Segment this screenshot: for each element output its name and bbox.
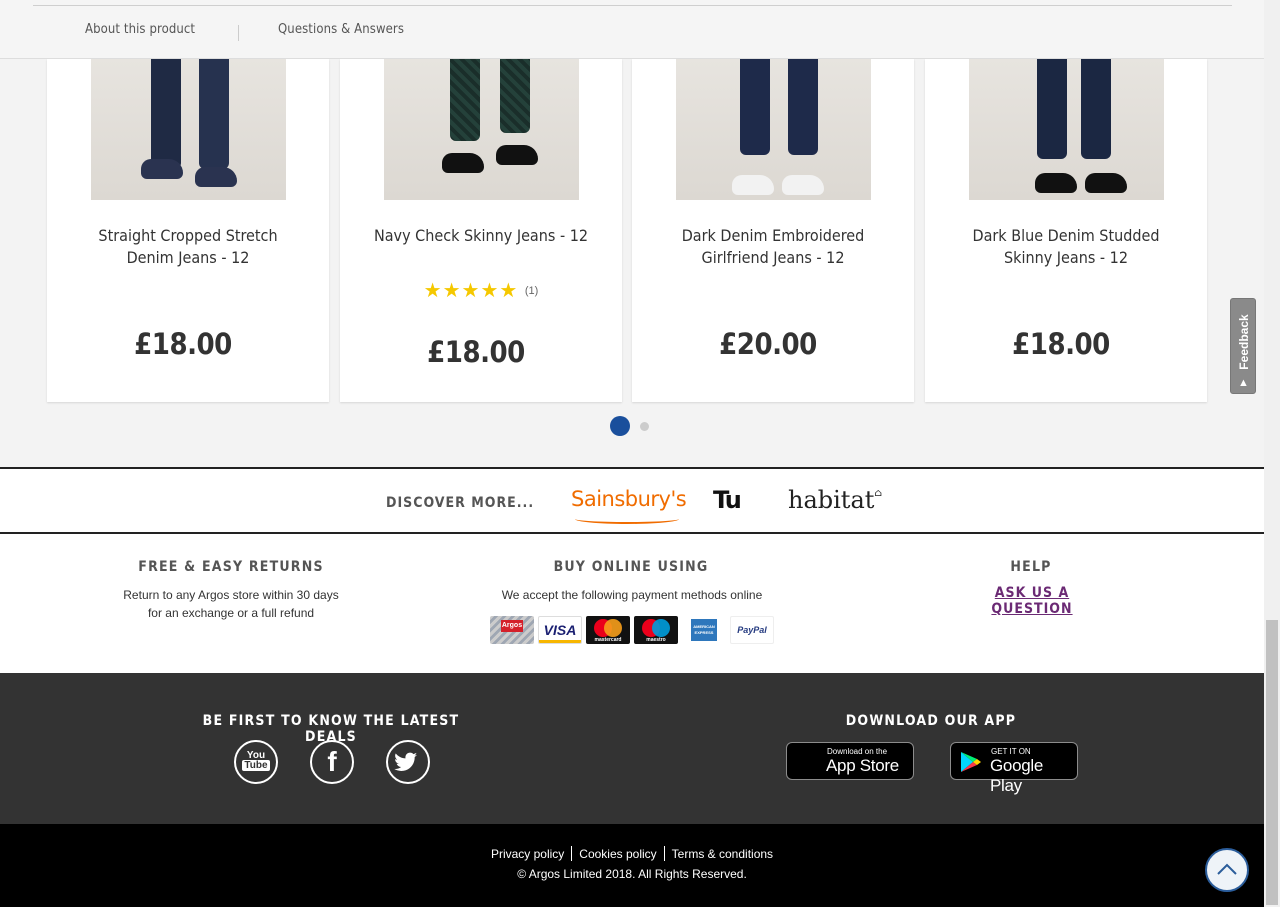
product-image <box>969 59 1164 200</box>
privacy-policy-link[interactable]: Privacy policy <box>491 847 564 861</box>
facebook-icon[interactable]: f <box>310 740 354 784</box>
social-app-band: BE FIRST TO KNOW THE LATEST DEALS You Tub… <box>0 673 1264 824</box>
paypal-icon: PayPal <box>730 616 774 644</box>
product-image <box>676 59 871 200</box>
product-price: £18.00 <box>1012 327 1110 361</box>
scrollbar-thumb[interactable] <box>1266 620 1278 905</box>
ask-us-a-question-link[interactable]: ASK US A QUESTION <box>962 585 1102 617</box>
youtube-icon[interactable]: You Tube <box>234 740 278 784</box>
google-play-button[interactable]: GET IT ON Google Play <box>950 742 1078 795</box>
triangle-icon: ▲ <box>1238 377 1249 389</box>
page-scrollbar[interactable] <box>1264 0 1280 907</box>
maestro-icon: maestro <box>634 616 678 644</box>
legal-links: Privacy policy Cookies policy Terms & cond… <box>0 846 1264 861</box>
feedback-label: Feedback <box>1237 314 1251 370</box>
product-image <box>91 59 286 200</box>
product-card[interactable]: Straight Cropped Stretch Denim Jeans - 1… <box>47 59 329 402</box>
back-to-top-button[interactable] <box>1205 848 1249 892</box>
copyright-text: © Argos Limited 2018. All Rights Reserve… <box>517 867 747 881</box>
carousel-dot[interactable] <box>640 422 649 431</box>
star-icon: ★★★★★ <box>423 280 519 302</box>
payment-text: We accept the following payment methods … <box>501 588 763 602</box>
divider <box>33 5 1232 6</box>
argos-card-icon: Argos <box>490 616 534 644</box>
product-price: £18.00 <box>427 335 525 369</box>
app-store-button[interactable]: Download on the App Store <box>786 742 914 780</box>
mastercard-icon: mastercard <box>586 616 630 644</box>
divider <box>238 25 239 41</box>
google-play-icon <box>961 752 981 772</box>
sainsburys-logo[interactable]: Sainsbury's <box>571 487 687 524</box>
carousel-dot-active[interactable] <box>610 416 630 436</box>
discover-more-band: DISCOVER MORE... Sainsbury's Tu habitat⌂ <box>0 467 1264 534</box>
cookies-policy-link[interactable]: Cookies policy <box>579 847 656 861</box>
returns-text: Return to any Argos store within 30 days… <box>123 588 339 620</box>
twitter-icon[interactable] <box>386 740 430 784</box>
rating-stars: ★★★★★ (1) <box>340 278 622 303</box>
product-price: £20.00 <box>719 327 817 361</box>
divider <box>663 846 665 861</box>
product-price: £18.00 <box>134 327 232 361</box>
habitat-logo[interactable]: habitat⌂ <box>788 486 882 514</box>
chevron-up-icon <box>1217 863 1237 875</box>
tu-logo[interactable]: Tu <box>713 486 742 514</box>
product-name[interactable]: Navy Check Skinny Jeans - 12 <box>370 225 592 247</box>
product-image <box>384 59 579 200</box>
payment-heading: BUY ONLINE USING <box>553 559 709 575</box>
returns-heading: FREE & EASY RETURNS <box>138 559 324 575</box>
discover-more-label: DISCOVER MORE... <box>386 495 535 511</box>
tab-questions-answers[interactable]: Questions & Answers <box>278 22 404 37</box>
terms-link[interactable]: Terms & conditions <box>672 847 773 861</box>
info-section: FREE & EASY RETURNS Return to any Argos … <box>0 534 1264 673</box>
feedback-tab[interactable]: Feedback ▲ <box>1230 298 1256 394</box>
help-heading: HELP <box>1010 559 1052 575</box>
visa-icon: VISA <box>538 616 582 644</box>
product-tab-bar: About this product Questions & Answers <box>0 0 1264 59</box>
product-card[interactable]: Dark Blue Denim Studded Skinny Jeans - 1… <box>925 59 1207 402</box>
product-name[interactable]: Dark Blue Denim Studded Skinny Jeans - 1… <box>955 225 1177 269</box>
legal-footer: Privacy policy Cookies policy Terms & cond… <box>0 824 1264 907</box>
app-heading: DOWNLOAD OUR APP <box>845 713 1017 729</box>
product-card[interactable]: Navy Check Skinny Jeans - 12 ★★★★★ (1) £… <box>340 59 622 402</box>
divider <box>571 846 573 861</box>
product-card[interactable]: Dark Denim Embroidered Girlfriend Jeans … <box>632 59 914 402</box>
product-carousel: Straight Cropped Stretch Denim Jeans - 1… <box>0 59 1264 467</box>
product-name[interactable]: Dark Denim Embroidered Girlfriend Jeans … <box>662 225 884 269</box>
amex-icon: AMERICAN EXPRESS <box>682 616 726 644</box>
review-count[interactable]: (1) <box>525 285 538 297</box>
tab-about-this-product[interactable]: About this product <box>85 22 195 37</box>
product-name[interactable]: Straight Cropped Stretch Denim Jeans - 1… <box>77 225 299 269</box>
